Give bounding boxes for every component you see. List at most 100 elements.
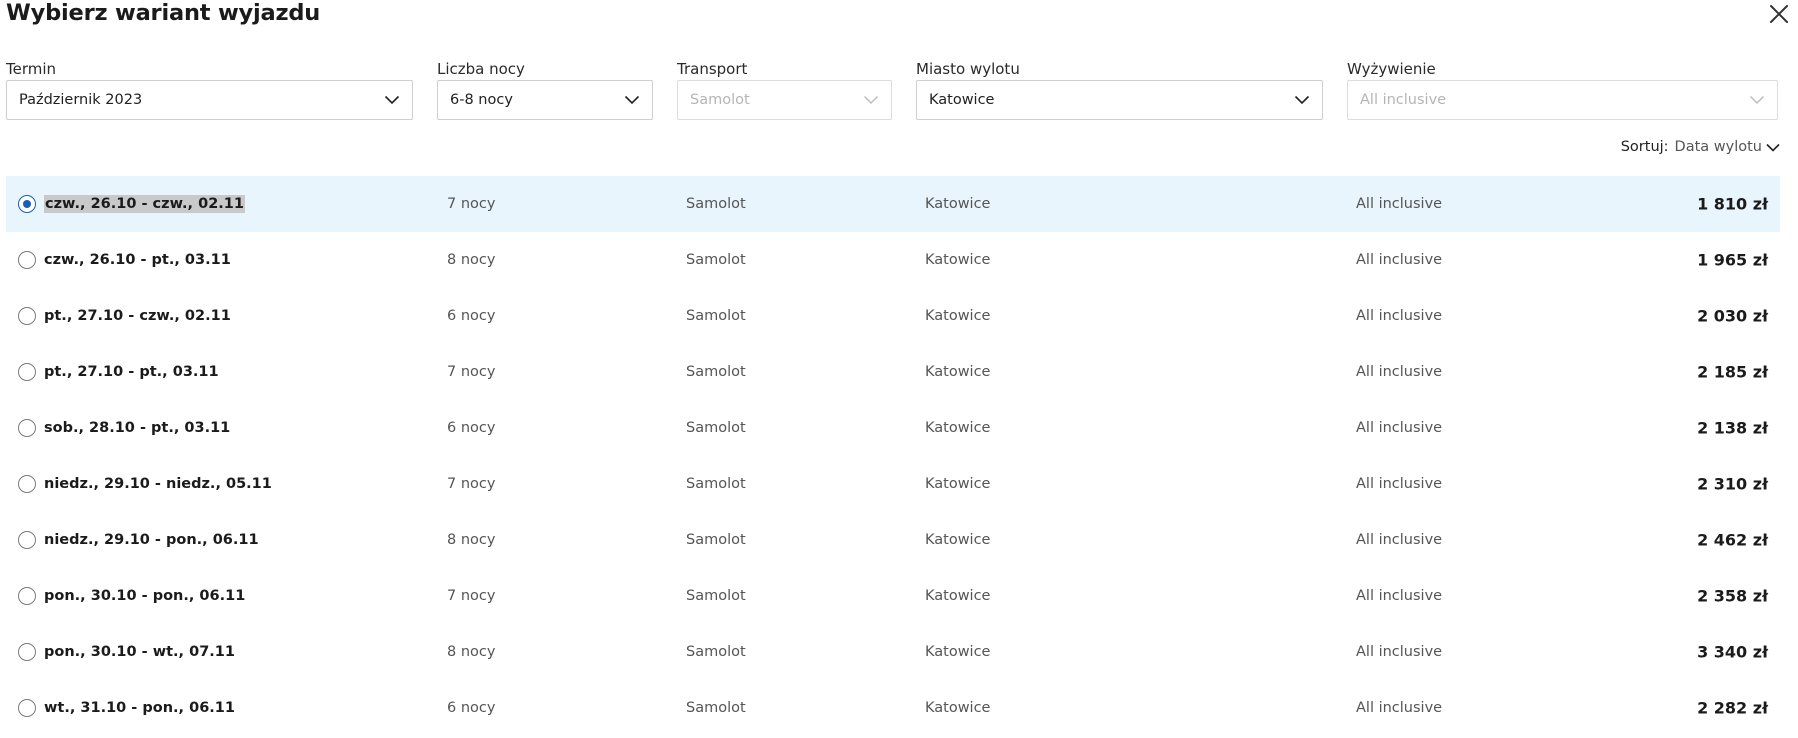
row-board: All inclusive (1356, 588, 1443, 604)
radio-dot (22, 199, 31, 208)
row-nights: 7 nocy (447, 364, 496, 380)
variant-row[interactable]: czw., 26.10 - pt., 03.11 8 nocy Samolot … (6, 232, 1780, 288)
filter-transport: Transport Samolot (677, 59, 892, 120)
chevron-down-icon (1294, 95, 1310, 105)
row-dates: sob., 28.10 - pt., 03.11 (44, 420, 231, 436)
row-board: All inclusive (1356, 252, 1443, 268)
sort-dropdown[interactable]: Data wylotu (1675, 139, 1780, 155)
row-city: Katowice (925, 420, 991, 436)
row-nights: 8 nocy (447, 644, 496, 660)
close-icon[interactable] (1767, 2, 1791, 26)
row-city: Katowice (925, 588, 991, 604)
filter-liczba-nocy: Liczba nocy 6-8 nocy (437, 59, 653, 120)
radio-button[interactable] (18, 307, 36, 325)
row-dates: niedz., 29.10 - niedz., 05.11 (44, 476, 272, 492)
row-nights: 8 nocy (447, 532, 496, 548)
row-city: Katowice (925, 700, 991, 716)
row-transport: Samolot (686, 420, 746, 436)
row-price: 2 185 zł (1697, 362, 1768, 382)
row-transport: Samolot (686, 308, 746, 324)
radio-button[interactable] (18, 195, 36, 213)
row-transport: Samolot (686, 644, 746, 660)
row-transport: Samolot (686, 196, 746, 212)
row-nights: 8 nocy (447, 252, 496, 268)
row-dates: pon., 30.10 - wt., 07.11 (44, 644, 235, 660)
termin-select[interactable]: Październik 2023 (6, 80, 413, 120)
filter-wyzywienie: Wyżywienie All inclusive (1347, 59, 1778, 120)
row-nights: 7 nocy (447, 196, 496, 212)
row-board: All inclusive (1356, 532, 1443, 548)
chevron-down-icon (864, 96, 878, 104)
radio-button[interactable] (18, 363, 36, 381)
row-price: 1 965 zł (1697, 250, 1768, 270)
transport-select: Samolot (677, 80, 892, 120)
row-board: All inclusive (1356, 700, 1443, 716)
select-value: Samolot (690, 92, 750, 108)
row-nights: 6 nocy (447, 700, 496, 716)
row-transport: Samolot (686, 476, 746, 492)
variant-row[interactable]: sob., 28.10 - pt., 03.11 6 nocy Samolot … (6, 400, 1780, 456)
filter-label: Liczba nocy (437, 60, 525, 78)
radio-button[interactable] (18, 419, 36, 437)
radio-button[interactable] (18, 251, 36, 269)
radio-button[interactable] (18, 587, 36, 605)
select-value: 6-8 nocy (450, 92, 513, 108)
row-board: All inclusive (1356, 308, 1443, 324)
filter-label: Miasto wylotu (916, 60, 1020, 78)
chevron-down-icon (384, 95, 400, 105)
variant-row[interactable]: pon., 30.10 - pon., 06.11 7 nocy Samolot… (6, 568, 1780, 624)
variant-list: czw., 26.10 - czw., 02.11 7 nocy Samolot… (6, 176, 1780, 736)
row-dates: pon., 30.10 - pon., 06.11 (44, 588, 246, 604)
row-price: 3 340 zł (1697, 642, 1768, 662)
row-transport: Samolot (686, 532, 746, 548)
row-city: Katowice (925, 196, 991, 212)
row-price: 2 030 zł (1697, 306, 1768, 326)
filter-label: Wyżywienie (1347, 60, 1436, 78)
row-transport: Samolot (686, 700, 746, 716)
filter-miasto-wylotu: Miasto wylotu Katowice (916, 59, 1323, 120)
nights-select[interactable]: 6-8 nocy (437, 80, 653, 120)
variant-row[interactable]: wt., 31.10 - pon., 06.11 6 nocy Samolot … (6, 680, 1780, 736)
row-city: Katowice (925, 308, 991, 324)
row-dates: czw., 26.10 - pt., 03.11 (44, 252, 231, 268)
row-dates: pt., 27.10 - pt., 03.11 (44, 364, 219, 380)
variant-row[interactable]: pt., 27.10 - czw., 02.11 6 nocy Samolot … (6, 288, 1780, 344)
row-city: Katowice (925, 476, 991, 492)
row-city: Katowice (925, 252, 991, 268)
radio-button[interactable] (18, 531, 36, 549)
row-board: All inclusive (1356, 420, 1443, 436)
row-city: Katowice (925, 644, 991, 660)
row-transport: Samolot (686, 252, 746, 268)
row-nights: 6 nocy (447, 308, 496, 324)
radio-button[interactable] (18, 699, 36, 717)
dialog-title: Wybierz wariant wyjazdu (6, 0, 321, 26)
row-price: 2 462 zł (1697, 530, 1768, 550)
variant-row[interactable]: pon., 30.10 - wt., 07.11 8 nocy Samolot … (6, 624, 1780, 680)
sort-label: Sortuj: (1620, 139, 1669, 155)
row-nights: 6 nocy (447, 420, 496, 436)
chevron-down-icon (624, 95, 640, 105)
row-dates: pt., 27.10 - czw., 02.11 (44, 308, 231, 324)
variant-row[interactable]: niedz., 29.10 - niedz., 05.11 7 nocy Sam… (6, 456, 1780, 512)
row-nights: 7 nocy (447, 588, 496, 604)
row-price: 2 310 zł (1697, 474, 1768, 494)
variant-row[interactable]: czw., 26.10 - czw., 02.11 7 nocy Samolot… (6, 176, 1780, 232)
radio-button[interactable] (18, 643, 36, 661)
board-select: All inclusive (1347, 80, 1778, 120)
row-board: All inclusive (1356, 196, 1443, 212)
variant-row[interactable]: niedz., 29.10 - pon., 06.11 8 nocy Samol… (6, 512, 1780, 568)
radio-button[interactable] (18, 475, 36, 493)
row-city: Katowice (925, 364, 991, 380)
row-city: Katowice (925, 532, 991, 548)
row-price: 2 282 zł (1697, 698, 1768, 718)
variant-row[interactable]: pt., 27.10 - pt., 03.11 7 nocy Samolot K… (6, 344, 1780, 400)
select-value: Październik 2023 (19, 92, 143, 108)
sort-control: Sortuj: Data wylotu (1621, 139, 1780, 155)
row-dates: czw., 26.10 - czw., 02.11 (44, 195, 245, 213)
row-price: 2 138 zł (1697, 418, 1768, 438)
row-price: 1 810 zł (1697, 194, 1768, 214)
row-transport: Samolot (686, 588, 746, 604)
row-board: All inclusive (1356, 644, 1443, 660)
row-dates: niedz., 29.10 - pon., 06.11 (44, 532, 259, 548)
city-select[interactable]: Katowice (916, 80, 1323, 120)
